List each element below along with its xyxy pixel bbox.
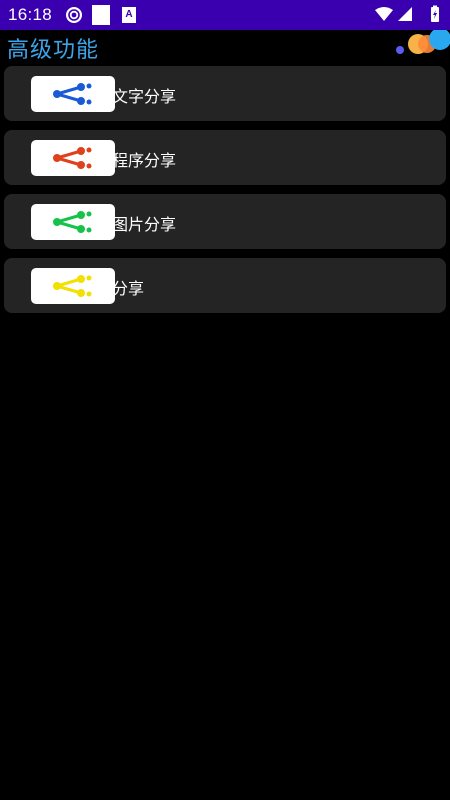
page-title: 高级功能 xyxy=(7,38,100,63)
share-icon xyxy=(53,83,92,105)
bubble-logo-icon xyxy=(396,30,450,54)
share-icon-box xyxy=(31,268,115,304)
battery-icon xyxy=(431,5,439,22)
share-icon xyxy=(53,211,92,233)
record-icon xyxy=(66,7,82,23)
share-item-label: 图片分享 xyxy=(112,215,177,234)
share-icon-box xyxy=(31,204,115,240)
share-item-share[interactable]: 分享 xyxy=(4,258,446,313)
share-item-text[interactable]: 文字分享 xyxy=(4,66,446,121)
share-item-program[interactable]: 程序分享 xyxy=(4,130,446,185)
status-right-icons xyxy=(375,5,439,22)
status-bar: 16:18 A xyxy=(0,0,450,30)
signal-icon xyxy=(398,7,412,21)
share-item-label: 程序分享 xyxy=(112,151,177,170)
share-icon-box xyxy=(31,140,115,176)
share-icon-box xyxy=(31,76,115,112)
share-icon xyxy=(53,147,92,169)
share-item-image[interactable]: 图片分享 xyxy=(4,194,446,249)
app-notification-icon: A xyxy=(122,7,136,23)
share-item-label: 分享 xyxy=(112,279,145,298)
title-bar: 高级功能 xyxy=(0,30,450,64)
share-icon xyxy=(53,275,92,297)
status-time: 16:18 xyxy=(8,5,53,24)
wifi-icon xyxy=(375,7,393,21)
notification-icon xyxy=(92,5,110,25)
share-item-label: 文字分享 xyxy=(112,87,177,106)
